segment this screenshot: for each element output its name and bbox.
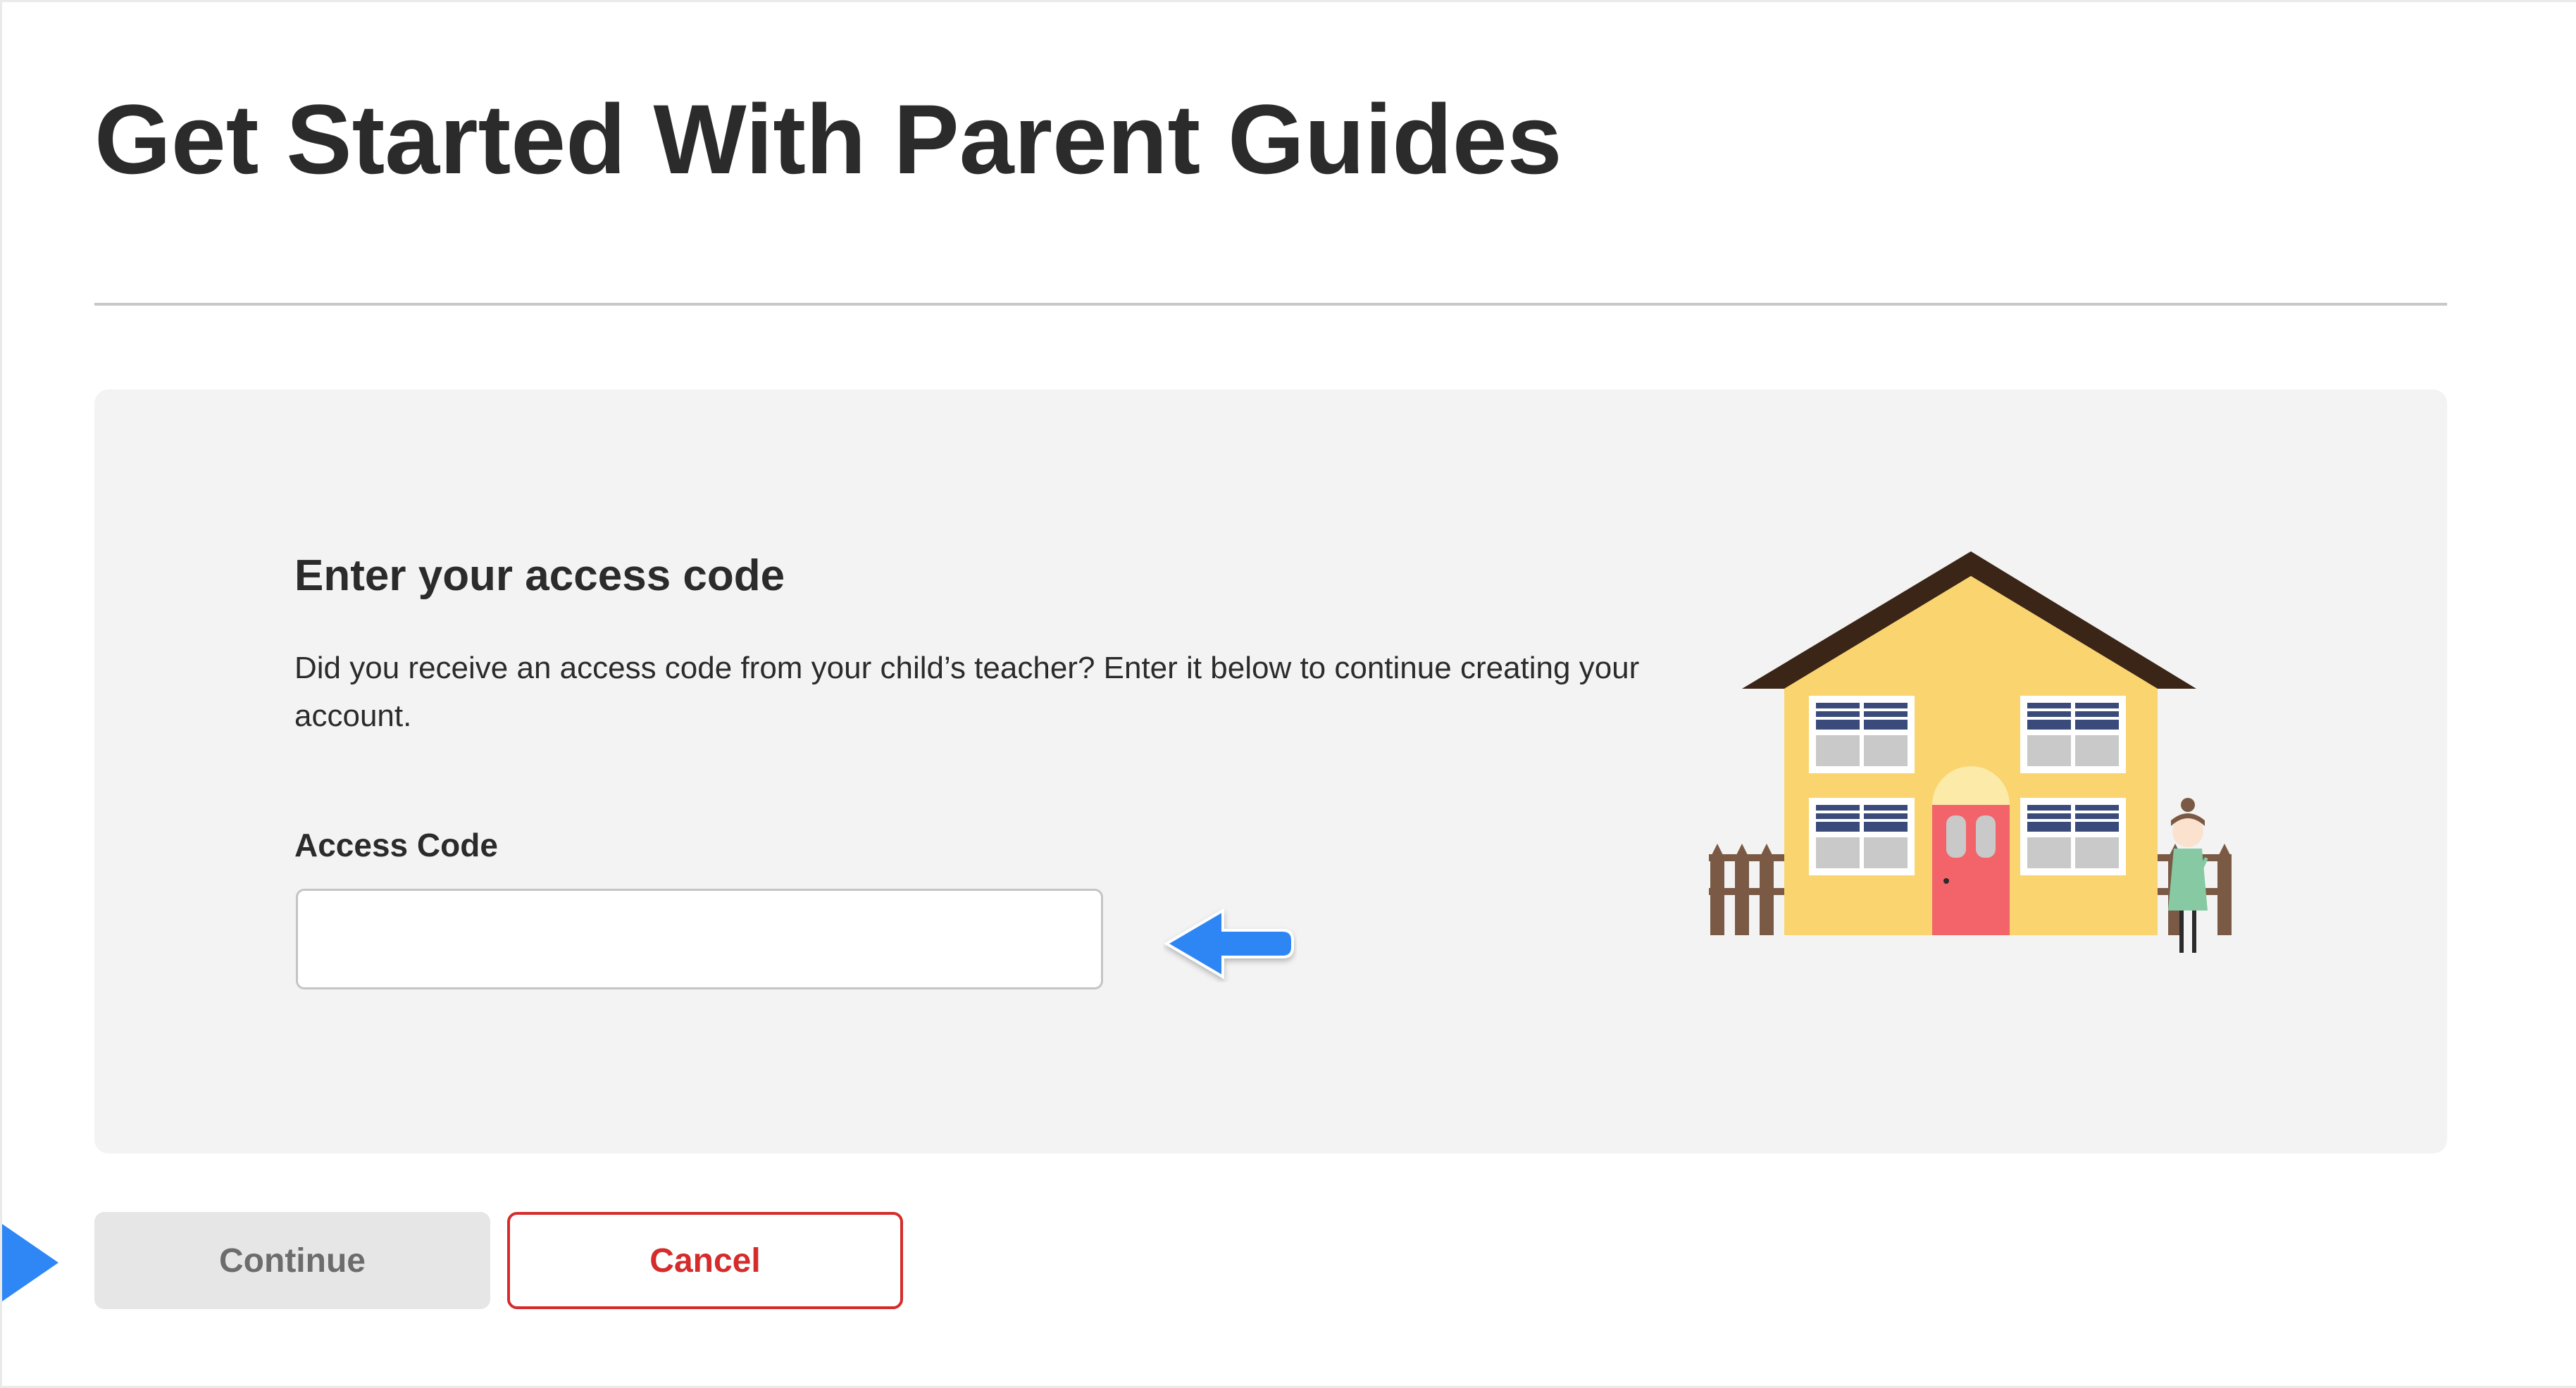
house-illustration bbox=[1709, 551, 2232, 953]
continue-button[interactable]: Continue bbox=[94, 1212, 490, 1309]
fence-left bbox=[1709, 844, 1786, 935]
cancel-button[interactable]: Cancel bbox=[507, 1212, 903, 1309]
door bbox=[1932, 766, 2010, 935]
triangle-right-icon bbox=[2, 1224, 58, 1301]
card-description: Did you receive an access code from your… bbox=[294, 651, 1640, 733]
card-heading: Enter your access code bbox=[294, 551, 785, 600]
page: Get Started With Parent Guides Enter you… bbox=[0, 0, 2576, 1388]
title-divider bbox=[94, 303, 2447, 306]
access-code-input[interactable] bbox=[296, 889, 1103, 989]
arrow-left-icon bbox=[1164, 908, 1294, 980]
page-title: Get Started With Parent Guides bbox=[94, 84, 1562, 194]
access-code-label: Access Code bbox=[294, 827, 498, 863]
